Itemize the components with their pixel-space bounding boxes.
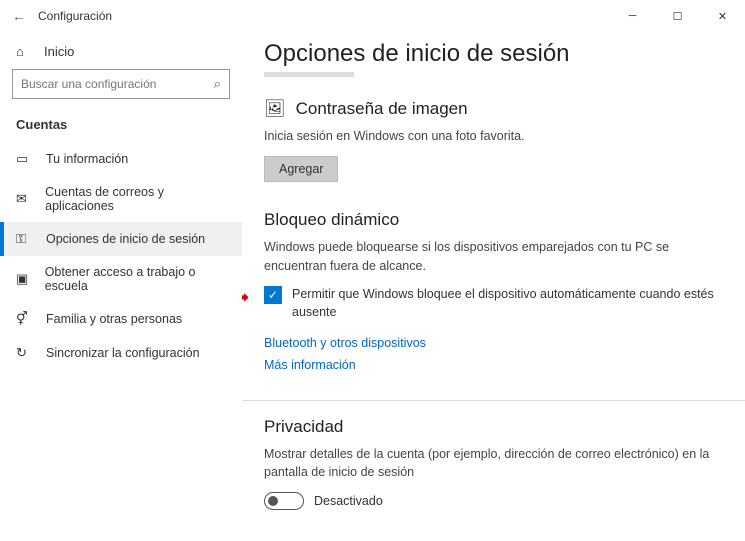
sidebar-item-family[interactable]: ⚥ Familia y otras personas — [0, 302, 242, 336]
arrow-annotation: ➡ — [242, 287, 249, 308]
add-picture-password-button[interactable]: Agregar — [264, 156, 338, 182]
title-underline — [264, 72, 354, 77]
privacy-toggle-label: Desactivado — [314, 494, 383, 508]
sidebar-item-sync[interactable]: ↻ Sincronizar la configuración — [0, 336, 242, 370]
home-nav[interactable]: ⌂ Inicio — [12, 38, 230, 69]
picture-password-title: Contraseña de imagen — [296, 99, 468, 119]
bluetooth-link[interactable]: Bluetooth y otros dispositivos — [264, 336, 715, 350]
back-button[interactable]: ← — [12, 8, 32, 24]
briefcase-icon: ▣ — [16, 271, 31, 287]
sidebar-item-label: Tu información — [46, 152, 128, 166]
user-card-icon: ▭ — [16, 151, 32, 167]
sidebar-item-label: Opciones de inicio de sesión — [46, 232, 205, 246]
dynamic-lock-title: Bloqueo dinámico — [264, 210, 715, 230]
maximize-button[interactable]: ☐ — [655, 0, 700, 32]
sidebar-item-your-info[interactable]: ▭ Tu información — [0, 142, 242, 176]
home-label: Inicio — [44, 44, 74, 59]
sidebar-item-email-accounts[interactable]: ✉ Cuentas de correos y aplicaciones — [0, 176, 242, 222]
close-button[interactable]: ✕ — [700, 0, 745, 32]
sync-icon: ↻ — [16, 345, 32, 361]
mail-icon: ✉ — [16, 191, 31, 207]
sidebar-item-label: Obtener acceso a trabajo o escuela — [45, 265, 226, 293]
picture-password-desc: Inicia sesión en Windows con una foto fa… — [264, 127, 715, 146]
people-icon: ⚥ — [16, 311, 32, 327]
more-info-link[interactable]: Más información — [264, 358, 715, 372]
privacy-title: Privacidad — [264, 417, 715, 437]
home-icon: ⌂ — [16, 44, 32, 59]
privacy-toggle[interactable] — [264, 492, 304, 510]
sidebar-item-label: Sincronizar la configuración — [46, 346, 200, 360]
minimize-button[interactable]: ─ — [610, 0, 655, 32]
page-title: Opciones de inicio de sesión — [264, 40, 715, 68]
toggle-knob — [268, 496, 278, 506]
sidebar-section-title: Cuentas — [12, 113, 230, 142]
search-box[interactable]: ⌕ — [12, 69, 230, 99]
dynamic-lock-checkbox-label: Permitir que Windows bloquee el disposit… — [292, 285, 715, 321]
search-input[interactable] — [21, 77, 214, 91]
window-title: Configuración — [32, 9, 112, 23]
dynamic-lock-checkbox[interactable]: ✓ — [264, 286, 282, 304]
picture-icon: 🖼 — [264, 99, 286, 119]
sidebar-item-signin-options[interactable]: ⚿ Opciones de inicio de sesión — [0, 222, 242, 256]
privacy-desc: Mostrar detalles de la cuenta (por ejemp… — [264, 445, 715, 483]
sidebar-item-label: Familia y otras personas — [46, 312, 182, 326]
divider — [242, 400, 745, 401]
sidebar-item-work-school[interactable]: ▣ Obtener acceso a trabajo o escuela — [0, 256, 242, 302]
dynamic-lock-desc: Windows puede bloquearse si los disposit… — [264, 238, 715, 276]
key-icon: ⚿ — [16, 231, 32, 247]
sidebar-item-label: Cuentas de correos y aplicaciones — [45, 185, 226, 213]
search-icon: ⌕ — [214, 76, 221, 92]
